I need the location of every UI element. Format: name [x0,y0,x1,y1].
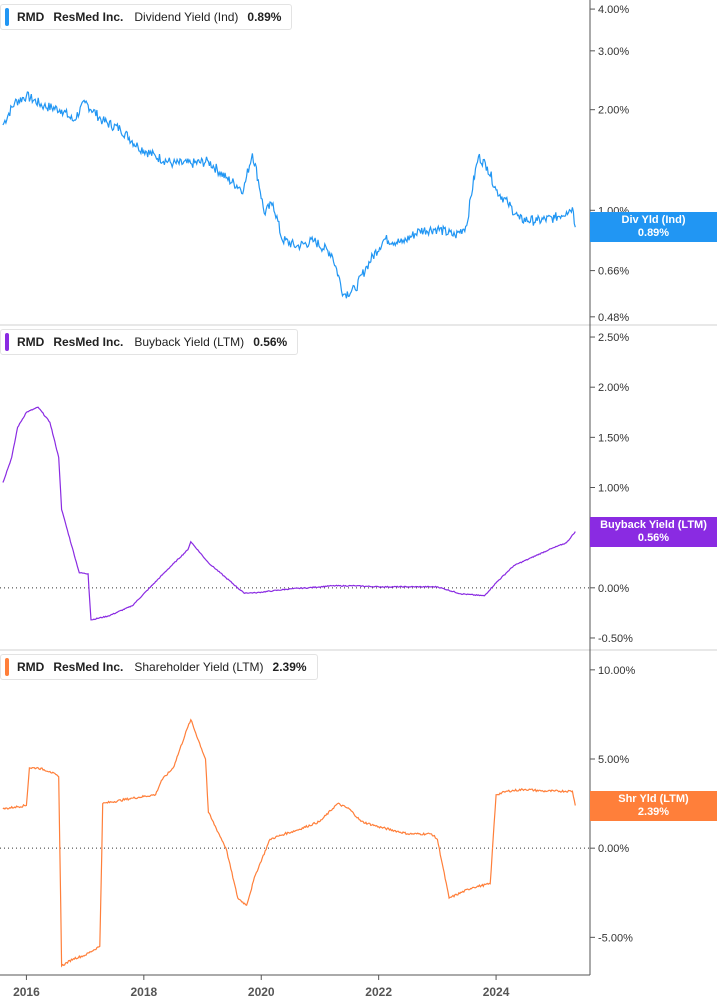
legend-last-value: 0.56% [253,335,288,349]
y-tick-label: -5.00% [598,932,633,944]
y-tick-label: -0.50% [598,633,633,645]
y-tick-label: 1.50% [598,432,629,444]
flag-title: Shr Yld (LTM) [618,792,689,805]
flag-value: 0.56% [637,531,670,544]
legend-company: ResMed Inc. [53,335,124,349]
y-tick-label: 2.00% [598,105,629,117]
legend-ticker: RMD [17,10,45,24]
x-tick-label: 2022 [365,985,392,999]
x-tick-label: 2018 [130,985,157,999]
legend-buyback-yield[interactable]: RMD ResMed Inc. Buyback Yield (LTM) 0.56… [0,329,299,355]
legend-swatch-dividend [5,8,9,26]
y-tick-label: 3.00% [598,46,629,58]
y-tick-label: 0.66% [598,266,629,278]
series-line-buyback [2,406,576,621]
legend-swatch-buyback [5,333,9,351]
legend-last-value: 2.39% [272,660,307,674]
y-tick-label: 4.00% [598,4,629,16]
x-tick-label: 2024 [483,985,510,999]
y-tick-label: 2.50% [598,332,629,344]
flag-title: Div Yld (Ind) [621,214,686,227]
y-tick-label: 0.00% [598,583,629,595]
flag-shareholder-yield: Shr Yld (LTM) 2.39% [590,790,717,821]
y-tick-label: 0.00% [598,843,629,855]
flag-value: 0.89% [637,227,670,240]
flag-dividend-yield: Div Yld (Ind) 0.89% [590,212,717,243]
legend-last-value: 0.89% [247,10,282,24]
series-line-shareholder [2,718,576,968]
legend-ticker: RMD [17,660,45,674]
x-tick-label: 2016 [13,985,40,999]
legend-dividend-yield[interactable]: RMD ResMed Inc. Dividend Yield (Ind) 0.8… [0,4,293,30]
legend-metric: Shareholder Yield (LTM) [134,660,264,674]
legend-company: ResMed Inc. [53,10,124,24]
legend-ticker: RMD [17,335,45,349]
y-tick-label: 0.48% [598,312,629,324]
series-line-dividend [2,91,576,299]
y-tick-label: 1.00% [598,483,629,495]
chart-canvas: 0.48% 0.66% 1.00% 2.00% 3.00% 4.00% -0.50% 0.00… [0,0,717,999]
flag-title: Buyback Yield (LTM) [600,518,707,531]
y-tick-label: 2.00% [598,382,629,394]
legend-shareholder-yield[interactable]: RMD ResMed Inc. Shareholder Yield (LTM) … [0,654,318,680]
legend-metric: Buyback Yield (LTM) [134,335,245,349]
flag-value: 2.39% [637,805,670,818]
x-tick-label: 2020 [248,985,275,999]
legend-swatch-shareholder [5,658,9,676]
flag-buyback-yield: Buyback Yield (LTM) 0.56% [590,516,717,547]
legend-company: ResMed Inc. [53,660,124,674]
legend-metric: Dividend Yield (Ind) [134,10,239,24]
y-tick-label: 10.00% [598,665,636,677]
y-tick-label: 5.00% [598,754,629,766]
